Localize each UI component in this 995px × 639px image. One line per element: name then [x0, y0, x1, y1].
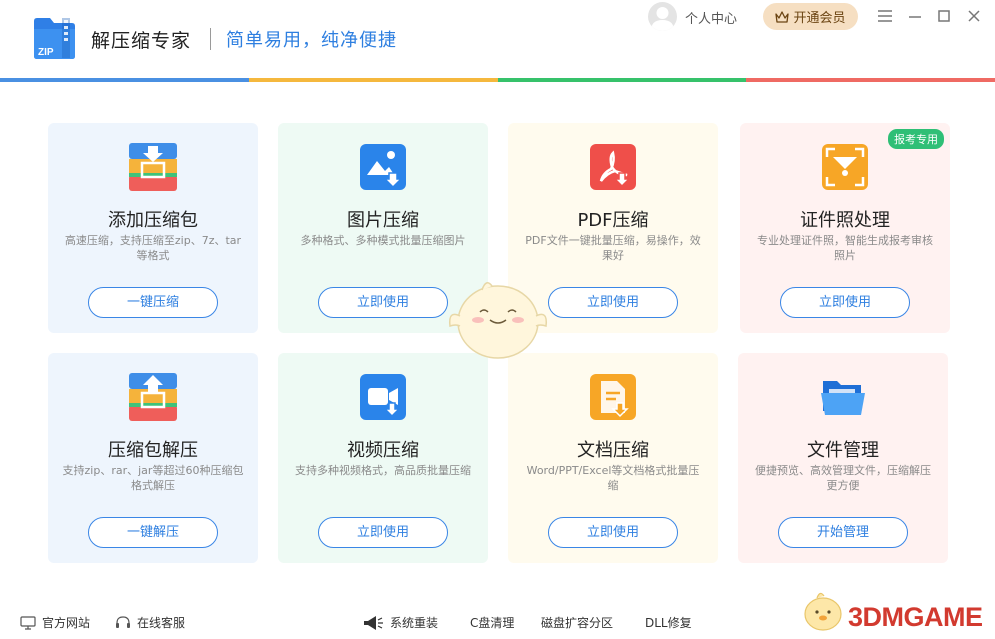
dll-repair-link[interactable]: DLL修复: [645, 614, 692, 631]
user-center-link[interactable]: 个人中心: [685, 8, 737, 27]
compress-now-button[interactable]: 一键压缩: [88, 287, 218, 318]
card-id-photo[interactable]: 报考专用 证件照处理 专业处理证件照，智能生成报考审核照片 立即使用: [740, 123, 950, 333]
disk-partition-link[interactable]: 磁盘扩容分区: [541, 614, 613, 631]
use-now-button[interactable]: 立即使用: [318, 287, 448, 318]
use-now-button[interactable]: 立即使用: [548, 517, 678, 548]
menu-icon[interactable]: [875, 6, 895, 26]
app-logo-icon: ZIP: [34, 18, 75, 59]
title-divider: [210, 28, 211, 50]
add-archive-icon: [129, 143, 177, 191]
card-title: 图片压缩: [347, 210, 419, 231]
user-avatar[interactable]: [648, 2, 677, 31]
system-reinstall-label: 系统重装: [390, 616, 439, 630]
card-title: 证件照处理: [800, 210, 890, 231]
watermark-mascot-icon: [804, 592, 842, 631]
card-description: PDF文件一键批量压缩，易操作，效果好: [525, 234, 701, 262]
crown-icon: [775, 10, 790, 23]
online-service-label: 在线客服: [137, 616, 186, 630]
file-manager-icon: [821, 381, 865, 415]
online-service-link[interactable]: 在线客服: [115, 614, 185, 631]
card-title: 压缩包解压: [108, 440, 198, 461]
card-document-compress[interactable]: 文档压缩 Word/PPT/Excel等文档格式批量压缩 立即使用: [508, 353, 718, 563]
card-title: 视频压缩: [347, 440, 419, 461]
card-extract-archive[interactable]: 压缩包解压 支持zip、rar、jar等超过60种压缩包格式解压 一键解压: [48, 353, 258, 563]
official-site-label: 官方网站: [42, 616, 91, 630]
card-description: 支持多种视频格式，高品质批量压缩: [295, 464, 471, 477]
extract-now-button[interactable]: 一键解压: [88, 517, 218, 548]
card-title: 文件管理: [807, 440, 879, 461]
open-vip-button[interactable]: 开通会员: [763, 3, 858, 30]
video-compress-icon: [360, 374, 406, 420]
headset-icon: [116, 615, 130, 628]
card-file-manager[interactable]: 文件管理 便捷预览、高效管理文件，压缩解压更方便 开始管理: [738, 353, 948, 563]
exam-badge: 报考专用: [888, 129, 944, 149]
open-vip-label: 开通会员: [793, 11, 846, 26]
dll-repair-label: DLL修复: [645, 616, 692, 630]
card-title: 添加压缩包: [108, 210, 198, 231]
card-title: 文档压缩: [577, 440, 649, 461]
megaphone-icon: [364, 615, 383, 630]
svg-text:ZIP: ZIP: [38, 47, 54, 58]
official-site-link[interactable]: 官方网站: [20, 614, 90, 631]
app-slogan: 简单易用，纯净便捷: [226, 30, 397, 51]
monitor-icon: [20, 615, 36, 630]
title-bar: ZIP 解压缩专家 简单易用，纯净便捷 个人中心 开通会员: [0, 0, 995, 78]
document-compress-icon: [590, 374, 636, 420]
pdf-compress-icon: [590, 144, 636, 190]
watermark-text: 3DMGAME: [848, 602, 983, 632]
card-description: 高速压缩，支持压缩至zip、7z、tar等格式: [64, 234, 242, 262]
c-drive-clean-link[interactable]: C盘清理: [470, 614, 514, 631]
card-description: 专业处理证件照，智能生成报考审核照片: [757, 234, 933, 262]
mascot-icon: [448, 282, 548, 359]
use-now-button[interactable]: 立即使用: [548, 287, 678, 318]
card-description: 支持zip、rar、jar等超过60种压缩包格式解压: [62, 464, 244, 492]
card-title: PDF压缩: [577, 210, 649, 231]
card-description: 便捷预览、高效管理文件，压缩解压更方便: [755, 464, 931, 492]
card-description: Word/PPT/Excel等文档格式批量压缩: [526, 464, 700, 492]
extract-archive-icon: [129, 373, 177, 421]
app-name: 解压缩专家: [91, 30, 192, 52]
image-compress-icon: [360, 144, 406, 190]
c-drive-clean-label: C盘清理: [470, 616, 515, 630]
card-description: 多种格式、多种模式批量压缩图片: [300, 234, 466, 247]
maximize-icon[interactable]: [934, 6, 954, 26]
disk-partition-label: 磁盘扩容分区: [541, 616, 614, 630]
system-reinstall-link[interactable]: 系统重装: [362, 614, 438, 631]
use-now-button[interactable]: 立即使用: [780, 287, 910, 318]
watermark: 3DMGAME: [800, 588, 990, 636]
minimize-icon[interactable]: [905, 6, 925, 26]
id-photo-icon: [822, 144, 868, 190]
start-manage-button[interactable]: 开始管理: [778, 517, 908, 548]
use-now-button[interactable]: 立即使用: [318, 517, 448, 548]
card-video-compress[interactable]: 视频压缩 支持多种视频格式，高品质批量压缩 立即使用: [278, 353, 488, 563]
accent-color-bar: [0, 78, 995, 82]
close-icon[interactable]: [964, 6, 984, 26]
card-add-archive[interactable]: 添加压缩包 高速压缩，支持压缩至zip、7z、tar等格式 一键压缩: [48, 123, 258, 333]
user-avatar-icon: [651, 7, 674, 31]
